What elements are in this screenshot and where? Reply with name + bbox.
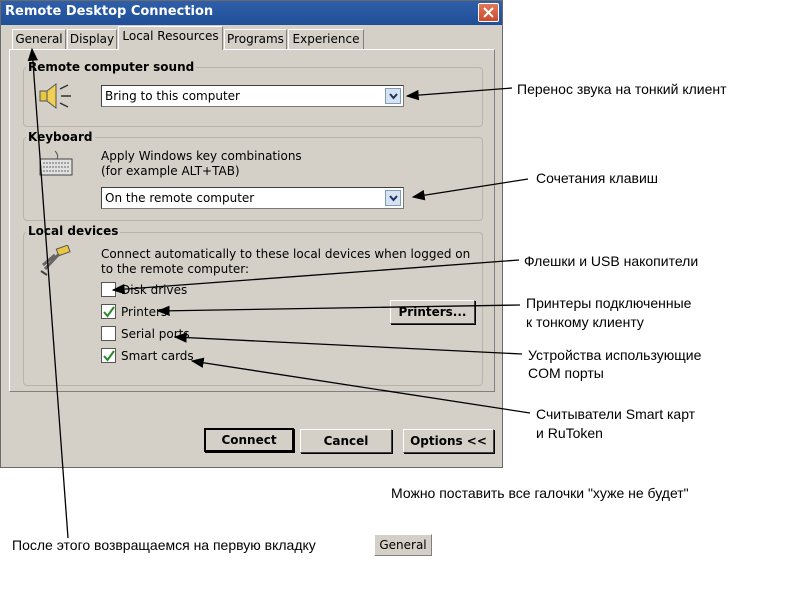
note-printers-line2: к тонкому клиенту <box>526 314 644 330</box>
printers-checkbox[interactable] <box>101 304 116 319</box>
speaker-icon <box>39 82 71 110</box>
tab-programs[interactable]: Programs <box>224 29 287 49</box>
rdc-window: Remote Desktop Connection General Displa… <box>0 0 503 468</box>
note-serial-line2: COM порты <box>528 365 604 381</box>
sound-select[interactable]: Bring to this computer <box>101 85 404 107</box>
smart-cards-label: Smart cards <box>121 349 194 363</box>
keyboard-select[interactable]: On the remote computer <box>101 187 404 209</box>
close-icon <box>483 7 494 18</box>
options-button[interactable]: Options << <box>403 429 494 453</box>
note-serial-line1: Устройства использующие <box>528 347 702 363</box>
title-bar[interactable]: Remote Desktop Connection <box>1 1 502 25</box>
printers-button[interactable]: Printers... <box>390 300 475 324</box>
tab-local-resources[interactable]: Local Resources <box>118 26 223 50</box>
tab-display[interactable]: Display <box>67 29 117 49</box>
keyboard-dropdown-button[interactable] <box>385 190 401 206</box>
keyboard-select-value: On the remote computer <box>105 191 255 205</box>
cancel-button[interactable]: Cancel <box>300 429 392 453</box>
keyboard-group-title: Keyboard <box>26 130 95 144</box>
connect-button[interactable]: Connect <box>204 428 294 452</box>
note-printers-line1: Принтеры подключенные <box>526 295 692 311</box>
devices-group-title: Local devices <box>26 224 121 238</box>
note-return: После этого возвращаемся на первую вклад… <box>12 537 316 553</box>
disk-drives-label: Disk drives <box>121 283 188 297</box>
sound-dropdown-button[interactable] <box>385 88 401 104</box>
note-disk: Флешки и USB накопители <box>524 253 699 269</box>
checkmark-icon <box>103 350 115 362</box>
window-title: Remote Desktop Connection <box>5 4 214 19</box>
printers-label: Printers <box>121 305 168 319</box>
sound-group-title: Remote computer sound <box>26 60 197 74</box>
checkmark-icon <box>103 306 115 318</box>
serial-ports-checkbox[interactable] <box>101 326 116 341</box>
keyboard-desc-line2: (for example ALT+TAB) <box>101 164 240 178</box>
sound-select-value: Bring to this computer <box>105 89 240 103</box>
note-all-checks: Можно поставить все галочки "хуже не буд… <box>391 485 689 501</box>
chevron-down-icon <box>389 93 398 100</box>
devices-desc-line2: to the remote computer: <box>101 262 250 276</box>
note-keyboard: Сочетания клавиш <box>536 170 658 186</box>
smart-cards-checkbox[interactable] <box>101 348 116 363</box>
note-smart-line2: и RuToken <box>536 425 603 441</box>
note-smart-line1: Считыватели Smart карт <box>536 406 696 422</box>
serial-ports-label: Serial ports <box>121 327 190 341</box>
tab-experience[interactable]: Experience <box>288 29 364 49</box>
close-button[interactable] <box>478 3 499 22</box>
chevron-down-icon <box>389 195 398 202</box>
note-sound: Перенос звука на тонкий клиент <box>517 81 727 97</box>
disk-drives-checkbox[interactable] <box>101 282 116 297</box>
tab-general[interactable]: General <box>12 29 66 49</box>
general-tab-sample: General <box>374 534 432 556</box>
keyboard-icon <box>39 150 73 176</box>
plug-icon <box>40 245 71 276</box>
devices-desc-line1: Connect automatically to these local dev… <box>101 247 471 261</box>
keyboard-desc-line1: Apply Windows key combinations <box>101 149 302 163</box>
